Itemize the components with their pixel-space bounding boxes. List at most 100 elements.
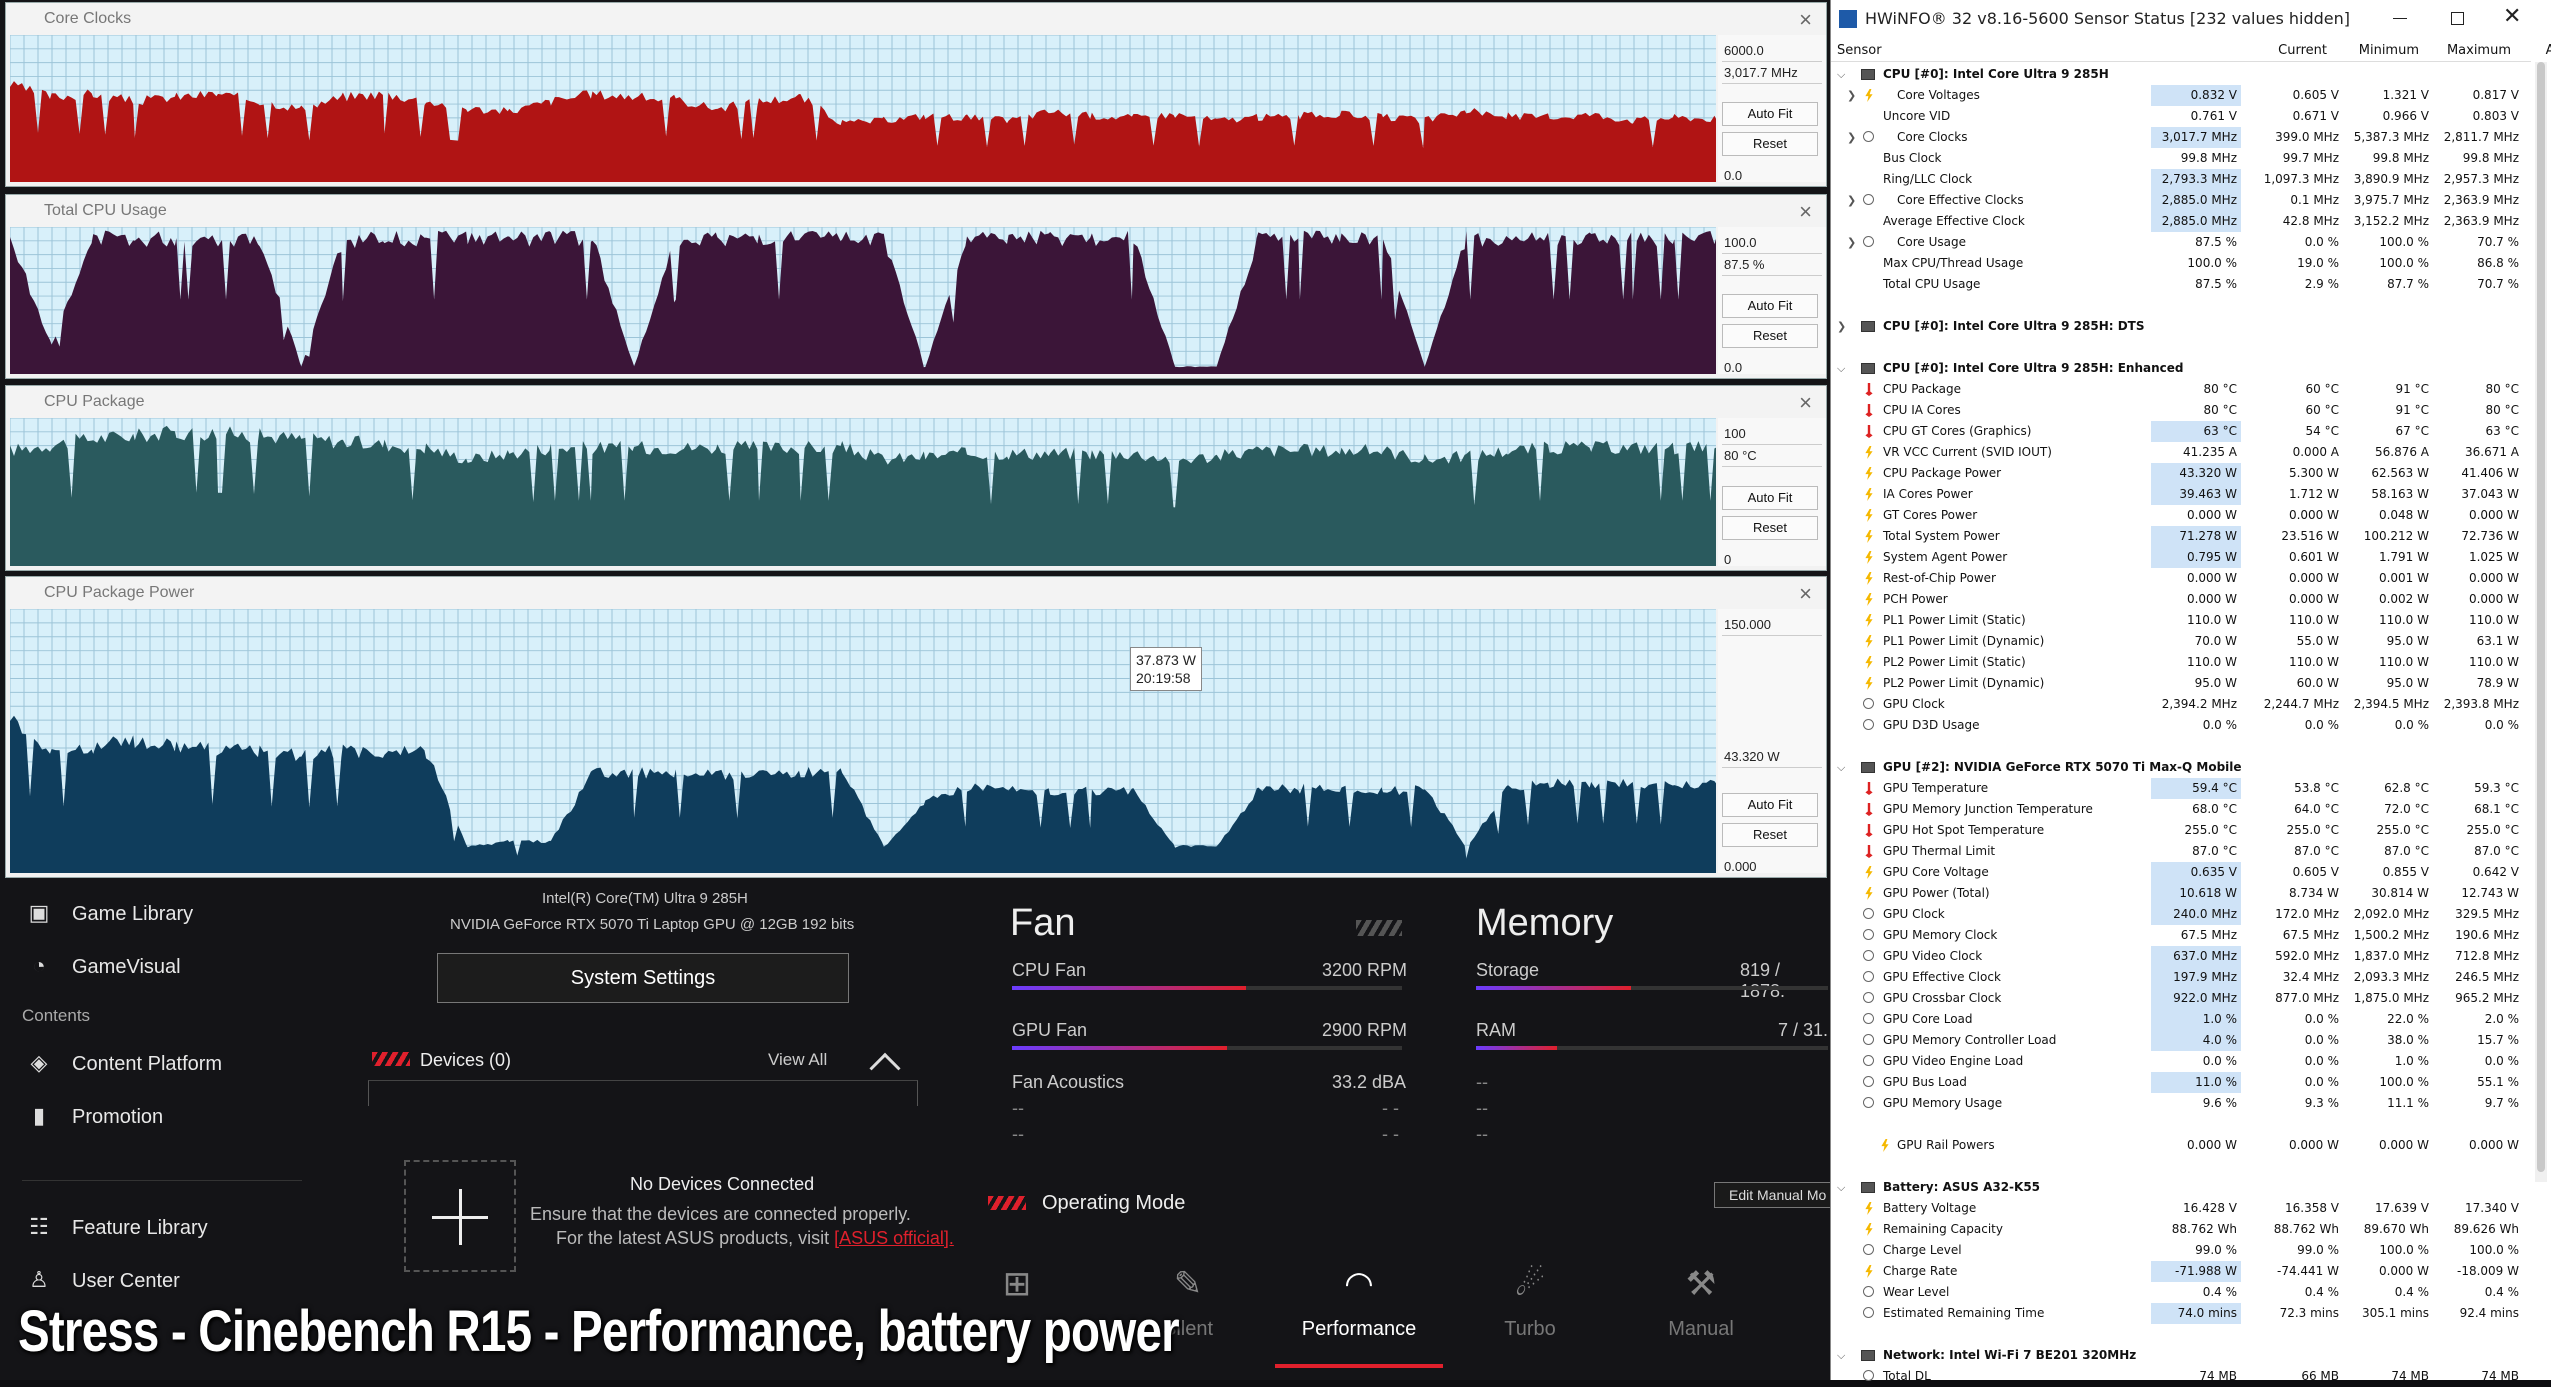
sensor-group-row[interactable]: ⌵ GPU [#2]: NVIDIA GeForce RTX 5070 Ti Ma… [1831, 757, 2531, 778]
nav-item-feature-library[interactable]: ☷ Feature Library [26, 1214, 208, 1240]
sensor-row[interactable]: Remaining Capacity 88.762 Wh 88.762 Wh 89.6… [1831, 1219, 2531, 1240]
close-icon[interactable]: × [1799, 199, 1812, 225]
sensor-row[interactable]: GPU Hot Spot Temperature 255.0 °C 255.0 °C… [1831, 820, 2531, 841]
sensor-row[interactable]: GPU Bus Load 11.0 % 0.0 % 100.0 % 55.1 % [1831, 1072, 2531, 1093]
sensor-row[interactable]: Estimated Remaining Time 74.0 mins 72.3 mi… [1831, 1303, 2531, 1324]
sensor-row[interactable]: Charge Rate -71.988 W -74.441 W 0.000 W -18.… [1831, 1261, 2531, 1282]
sensor-row[interactable]: ❯ Core Voltages 0.832 V 0.605 V 1.321 V 0.817… [1831, 85, 2531, 106]
close-icon[interactable]: × [1799, 390, 1812, 416]
auto-fit-button[interactable]: Auto Fit [1722, 793, 1818, 817]
close-icon[interactable]: × [1799, 7, 1812, 33]
column-header-current[interactable]: Current [2241, 43, 2331, 58]
sensor-group-row[interactable]: ❯ CPU [#0]: Intel Core Ultra 9 285H: DTS [1831, 316, 2531, 337]
nav-item-game-library[interactable]: ▣ Game Library [26, 900, 194, 926]
sensor-row[interactable]: GPU Crossbar Clock 922.0 MHz 877.0 MHz 1,87… [1831, 988, 2531, 1009]
reset-button[interactable]: Reset [1722, 823, 1818, 847]
mode-manual[interactable]: ⚒ Manual [1617, 1264, 1785, 1374]
sensor-group-row[interactable]: ⌵ CPU [#0]: Intel Core Ultra 9 285H [1831, 64, 2531, 85]
minimize-button[interactable] [2393, 18, 2407, 19]
add-device-button[interactable] [404, 1160, 516, 1272]
sensor-row[interactable]: GPU Clock 240.0 MHz 172.0 MHz 2,092.0 MHz 32… [1831, 904, 2531, 925]
sensor-row[interactable]: CPU Package Power 43.320 W 5.300 W 62.563 W… [1831, 463, 2531, 484]
chevron-down-icon[interactable]: ⌵ [1837, 1177, 1845, 1198]
sensor-row[interactable]: GPU Memory Usage 9.6 % 9.3 % 11.1 % 9.7 % [1831, 1093, 2531, 1114]
scrollbar-thumb[interactable] [2537, 62, 2545, 1172]
nav-item-gamevisual[interactable]: ◔ GameVisual [26, 953, 180, 979]
sensor-row[interactable]: Wear Level 0.4 % 0.4 % 0.4 % 0.4 % [1831, 1282, 2531, 1303]
chevron-right-icon[interactable]: ❯ [1837, 316, 1846, 337]
sensor-row[interactable]: GT Cores Power 0.000 W 0.000 W 0.048 W 0.000… [1831, 505, 2531, 526]
close-icon[interactable]: × [1799, 581, 1812, 607]
sensor-row[interactable]: Charge Level 99.0 % 99.0 % 100.0 % 100.0 % [1831, 1240, 2531, 1261]
sensor-row[interactable]: Max CPU/Thread Usage 100.0 % 19.0 % 100.0 %… [1831, 253, 2531, 274]
auto-fit-button[interactable]: Auto Fit [1722, 294, 1818, 318]
reset-button[interactable]: Reset [1722, 516, 1818, 540]
sensor-row[interactable]: CPU IA Cores 80 °C 60 °C 91 °C 80 °C [1831, 400, 2531, 421]
chevron-down-icon[interactable]: ⌵ [1837, 358, 1845, 379]
sensor-row[interactable]: GPU Power (Total) 10.618 W 8.734 W 30.814 W… [1831, 883, 2531, 904]
reset-button[interactable]: Reset [1722, 324, 1818, 348]
sensor-row[interactable]: PL1 Power Limit (Dynamic) 70.0 W 55.0 W 95.… [1831, 631, 2531, 652]
system-settings-button[interactable]: System Settings [437, 953, 849, 1003]
sensor-row[interactable]: Rest-of-Chip Power 0.000 W 0.000 W 0.001 W 0… [1831, 568, 2531, 589]
chevron-right-icon[interactable]: ❯ [1847, 190, 1856, 211]
sensor-group-row[interactable]: ⌵ Battery: ASUS A32-K55 [1831, 1177, 2531, 1198]
sensor-row[interactable]: ❯ Core Usage 87.5 % 0.0 % 100.0 % 70.7 % [1831, 232, 2531, 253]
sensor-row[interactable]: GPU Memory Clock 67.5 MHz 67.5 MHz 1,500.2 … [1831, 925, 2531, 946]
sensor-row[interactable]: Uncore VID 0.761 V 0.671 V 0.966 V 0.803 V [1831, 106, 2531, 127]
sensor-row[interactable]: GPU Video Clock 637.0 MHz 592.0 MHz 1,837.0… [1831, 946, 2531, 967]
chevron-right-icon[interactable]: ❯ [1847, 127, 1856, 148]
sensor-row[interactable]: Total DL 74 MB 66 MB 74 MB 74 MB [1831, 1366, 2531, 1387]
sensor-row[interactable]: CPU Package 80 °C 60 °C 91 °C 80 °C [1831, 379, 2531, 400]
sensor-row[interactable]: PL2 Power Limit (Static) 110.0 W 110.0 W 11… [1831, 652, 2531, 673]
edit-manual-mode-button[interactable]: Edit Manual Mo [1714, 1182, 1844, 1208]
sensor-row[interactable]: Total CPU Usage 87.5 % 2.9 % 87.7 % 70.7 % [1831, 274, 2531, 295]
asus-official-link[interactable]: [ASUS official]. [834, 1228, 954, 1248]
sensor-row[interactable]: GPU Temperature 59.4 °C 53.8 °C 62.8 °C 59.3… [1831, 778, 2531, 799]
sensor-group-row[interactable]: ⌵ CPU [#0]: Intel Core Ultra 9 285H: Enha… [1831, 358, 2531, 379]
sensor-row[interactable]: Ring/LLC Clock 2,793.3 MHz 1,097.3 MHz 3,89… [1831, 169, 2531, 190]
sensor-row[interactable]: IA Cores Power 39.463 W 1.712 W 58.163 W 37.… [1831, 484, 2531, 505]
chevron-down-icon[interactable]: ⌵ [1837, 757, 1845, 778]
close-button[interactable]: ✕ [2503, 4, 2521, 29]
reset-button[interactable]: Reset [1722, 132, 1818, 156]
sensor-row[interactable]: GPU Core Voltage 0.635 V 0.605 V 0.855 V 0.6… [1831, 862, 2531, 883]
sensor-row[interactable]: GPU Memory Controller Load 4.0 % 0.0 % 38.0… [1831, 1030, 2531, 1051]
sensor-row[interactable]: GPU Core Load 1.0 % 0.0 % 22.0 % 2.0 % [1831, 1009, 2531, 1030]
sensor-row[interactable]: Battery Voltage 16.428 V 16.358 V 17.639 V 1… [1831, 1198, 2531, 1219]
sensor-group-row[interactable]: ⌵ Network: Intel Wi-Fi 7 BE201 320MHz [1831, 1345, 2531, 1366]
sensor-row[interactable]: GPU Clock 2,394.2 MHz 2,244.7 MHz 2,394.5 M… [1831, 694, 2531, 715]
sensor-row[interactable]: System Agent Power 0.795 W 0.601 W 1.791 W 1… [1831, 547, 2531, 568]
vertical-scrollbar[interactable] [2535, 62, 2547, 1182]
column-header-minimum[interactable]: Minimum [2333, 43, 2423, 58]
sensor-row[interactable]: GPU Thermal Limit 87.0 °C 87.0 °C 87.0 °C 87… [1831, 841, 2531, 862]
column-header-sensor[interactable]: Sensor [1837, 43, 1882, 58]
auto-fit-button[interactable]: Auto Fit [1722, 486, 1818, 510]
chevron-right-icon[interactable]: ❯ [1847, 232, 1856, 253]
nav-item-promotion[interactable]: ▮ Promotion [26, 1103, 163, 1129]
maximize-button[interactable] [2451, 12, 2464, 25]
sensor-row[interactable]: Bus Clock 99.8 MHz 99.7 MHz 99.8 MHz 99.8 MH… [1831, 148, 2531, 169]
sensor-row[interactable]: GPU Memory Junction Temperature 68.0 °C 64… [1831, 799, 2531, 820]
sensor-row[interactable]: ❯ Core Clocks 3,017.7 MHz 399.0 MHz 5,387.3 … [1831, 127, 2531, 148]
sensor-row[interactable]: PL1 Power Limit (Static) 110.0 W 110.0 W 11… [1831, 610, 2531, 631]
auto-fit-button[interactable]: Auto Fit [1722, 102, 1818, 126]
sensor-row[interactable]: VR VCC Current (SVID IOUT) 41.235 A 0.000 … [1831, 442, 2531, 463]
sensor-row[interactable]: PCH Power 0.000 W 0.000 W 0.002 W 0.000 W [1831, 589, 2531, 610]
sensor-row[interactable]: Average Effective Clock 2,885.0 MHz 42.8 M… [1831, 211, 2531, 232]
sensor-row[interactable]: GPU D3D Usage 0.0 % 0.0 % 0.0 % 0.0 % [1831, 715, 2531, 736]
chevron-down-icon[interactable]: ⌵ [1837, 1345, 1845, 1366]
sensor-row[interactable]: PL2 Power Limit (Dynamic) 95.0 W 60.0 W 95.… [1831, 673, 2531, 694]
sensor-row[interactable]: Total System Power 71.278 W 23.516 W 100.21… [1831, 526, 2531, 547]
nav-item-content-platform[interactable]: ◈ Content Platform [26, 1050, 223, 1076]
sensor-row[interactable]: GPU Video Engine Load 0.0 % 0.0 % 1.0 % 0.0 … [1831, 1051, 2531, 1072]
nav-item-user-center[interactable]: ♙ User Center [26, 1267, 180, 1293]
column-header-maximum[interactable]: Maximum [2425, 43, 2515, 58]
sensor-row[interactable]: GPU Rail Powers 0.000 W 0.000 W 0.000 W 0.00… [1831, 1135, 2531, 1156]
mode-turbo[interactable]: ☄ Turbo [1446, 1264, 1614, 1374]
chevron-right-icon[interactable]: ❯ [1847, 85, 1856, 106]
view-all-link[interactable]: View All [768, 1050, 827, 1070]
chevron-down-icon[interactable]: ⌵ [1837, 64, 1845, 85]
mode-performance[interactable]: ◠ Performance [1275, 1264, 1443, 1374]
sensor-row[interactable]: GPU Effective Clock 197.9 MHz 32.4 MHz 2,09… [1831, 967, 2531, 988]
